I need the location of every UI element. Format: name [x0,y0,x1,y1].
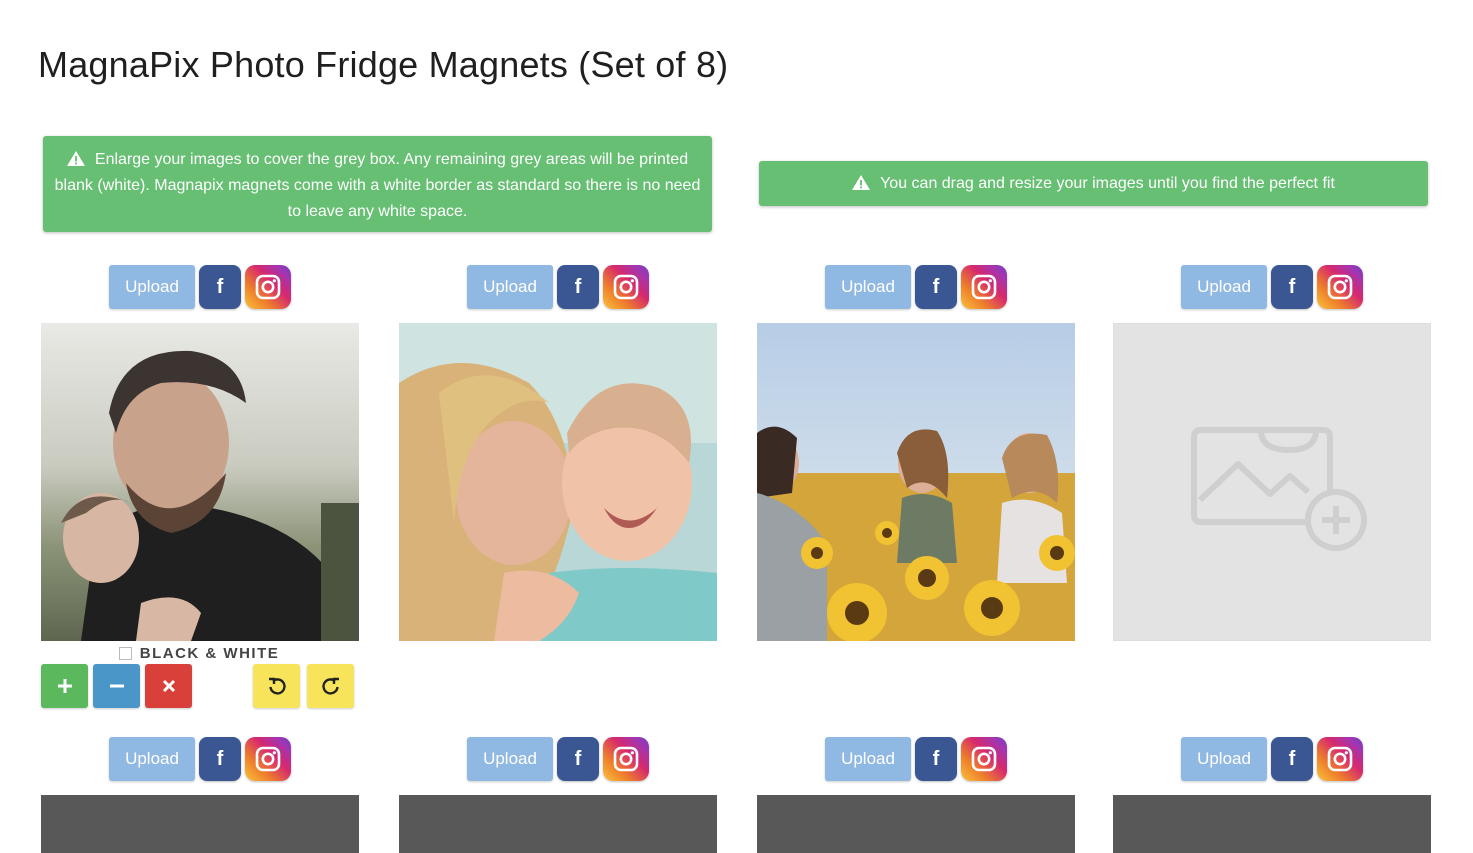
facebook-button[interactable]: f [1271,737,1313,781]
instagram-icon [971,274,997,300]
photo-frame[interactable] [757,323,1075,641]
upload-button[interactable]: Upload [467,265,553,309]
facebook-icon: f [216,275,224,298]
page-title: MagnaPix Photo Fridge Magnets (Set of 8) [38,44,729,85]
source-buttons: Upload f [757,737,1075,781]
facebook-button[interactable]: f [557,737,599,781]
image-tools [41,664,357,708]
facebook-button[interactable]: f [557,265,599,309]
upload-button[interactable]: Upload [467,737,553,781]
black-white-label: BLACK & WHITE [139,644,280,662]
black-white-option[interactable]: BLACK & WHITE [41,644,357,662]
facebook-icon: f [1288,275,1296,298]
instagram-button[interactable] [245,737,291,781]
source-buttons: Upload f [399,737,717,781]
empty-photo-frame[interactable] [1113,795,1431,853]
add-image-placeholder-icon[interactable] [1114,324,1431,641]
photo-father-daughter[interactable] [41,323,359,641]
source-buttons: Upload f [41,737,359,781]
source-buttons: Upload f [41,265,359,309]
source-buttons: Upload f [1113,265,1431,309]
photo-frame[interactable] [399,323,717,641]
instagram-button[interactable] [961,737,1007,781]
instagram-button[interactable] [1317,737,1363,781]
facebook-button[interactable]: f [199,737,241,781]
minus-icon [109,684,124,688]
facebook-button[interactable]: f [199,265,241,309]
empty-photo-frame[interactable] [1113,323,1431,641]
instagram-icon [1327,274,1353,300]
instagram-icon [255,274,281,300]
instagram-button[interactable] [245,265,291,309]
upload-button[interactable]: Upload [825,265,911,309]
instagram-icon [1327,746,1353,772]
facebook-icon: f [216,747,224,770]
warning-icon [852,175,871,190]
instagram-icon [613,746,639,772]
facebook-icon: f [574,275,582,298]
upload-button[interactable]: Upload [1181,737,1267,781]
facebook-icon: f [574,747,582,770]
empty-photo-frame[interactable] [41,795,359,853]
rotate-right-button[interactable] [307,664,354,708]
photo-frame[interactable] [41,323,359,641]
facebook-icon: f [1288,747,1296,770]
alert-text: Enlarge your images to cover the grey bo… [54,151,701,220]
source-buttons: Upload f [399,265,717,309]
drag-resize-alert: You can drag and resize your images unti… [759,161,1428,206]
photo-sunflower-friends[interactable] [757,323,1075,641]
instagram-icon [971,746,997,772]
empty-photo-frame[interactable] [399,795,717,853]
close-icon [162,679,175,693]
instagram-button[interactable] [603,737,649,781]
rotate-right-icon [321,677,339,695]
instagram-button[interactable] [1317,265,1363,309]
rotate-left-icon [268,677,286,695]
facebook-button[interactable]: f [915,737,957,781]
plus-icon [57,679,72,693]
instagram-button[interactable] [603,265,649,309]
upload-button[interactable]: Upload [825,737,911,781]
upload-button[interactable]: Upload [1181,265,1267,309]
rotate-left-button[interactable] [253,664,300,708]
upload-button[interactable]: Upload [109,737,195,781]
remove-image-button[interactable] [145,664,192,708]
photo-mother-baby[interactable] [399,323,717,641]
facebook-icon: f [932,275,940,298]
instagram-button[interactable] [961,265,1007,309]
upload-button[interactable]: Upload [109,265,195,309]
facebook-button[interactable]: f [1271,265,1313,309]
source-buttons: Upload f [757,265,1075,309]
facebook-icon: f [932,747,940,770]
facebook-button[interactable]: f [915,265,957,309]
instagram-icon [255,746,281,772]
warning-icon [66,151,85,166]
cover-grey-box-alert: Enlarge your images to cover the grey bo… [43,136,712,232]
instagram-icon [613,274,639,300]
zoom-in-button[interactable] [41,664,88,708]
zoom-out-button[interactable] [93,664,140,708]
empty-photo-frame[interactable] [757,795,1075,853]
black-white-checkbox[interactable] [118,646,132,660]
source-buttons: Upload f [1113,737,1431,781]
alert-text: You can drag and resize your images unti… [880,175,1335,192]
